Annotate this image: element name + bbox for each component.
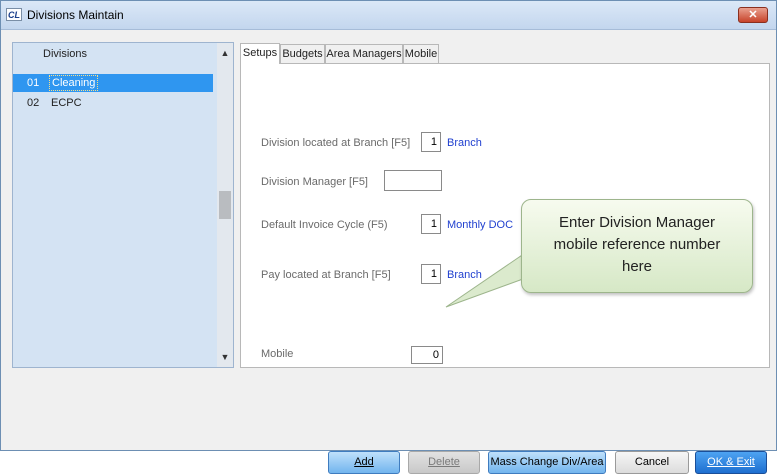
cancel-button[interactable]: Cancel bbox=[615, 451, 689, 474]
delete-button[interactable]: Delete bbox=[408, 451, 480, 474]
mobile-label: Mobile bbox=[261, 348, 294, 360]
pay-branch-input[interactable]: 1 bbox=[421, 264, 441, 284]
scroll-up-icon[interactable]: ▲ bbox=[217, 45, 233, 61]
app-icon: CL bbox=[6, 8, 22, 21]
division-manager-input[interactable] bbox=[384, 170, 442, 191]
division-name: ECPC bbox=[51, 97, 82, 109]
mass-change-button[interactable]: Mass Change Div/Area bbox=[488, 451, 606, 474]
pay-branch-link: Branch bbox=[447, 269, 482, 281]
division-name: Cleaning bbox=[49, 75, 99, 91]
help-callout: Enter Division Manager mobile reference … bbox=[521, 199, 753, 293]
tab-mobile[interactable]: Mobile bbox=[403, 44, 439, 63]
division-manager-label: Division Manager [F5] bbox=[261, 176, 368, 188]
division-number: 02 bbox=[27, 97, 40, 109]
divisions-list: Divisions 01 Cleaning 02 ECPC ▲ ▼ bbox=[12, 42, 234, 368]
division-branch-label: Division located at Branch [F5] bbox=[261, 137, 411, 149]
tab-area-managers[interactable]: Area Managers bbox=[325, 44, 403, 63]
invoice-cycle-link: Monthly DOC bbox=[447, 219, 514, 231]
add-button[interactable]: Add bbox=[328, 451, 400, 474]
invoice-cycle-input[interactable]: 1 bbox=[421, 214, 441, 234]
invoice-cycle-label: Default Invoice Cycle (F5) bbox=[261, 219, 388, 231]
list-item[interactable]: 01 Cleaning bbox=[13, 74, 213, 92]
divisions-list-header[interactable]: Divisions bbox=[13, 43, 213, 71]
divisions-header-label: Divisions bbox=[43, 48, 88, 60]
division-number: 01 bbox=[27, 77, 40, 89]
scrollbar-thumb[interactable] bbox=[219, 191, 231, 219]
ok-exit-button[interactable]: OK & Exit bbox=[695, 451, 767, 474]
division-branch-input[interactable]: 1 bbox=[421, 132, 441, 152]
add-button-label: Add bbox=[354, 456, 374, 468]
delete-button-label: Delete bbox=[428, 456, 460, 468]
list-scrollbar[interactable]: ▲ ▼ bbox=[217, 43, 233, 367]
callout-text: Enter Division Manager mobile reference … bbox=[522, 212, 752, 278]
mobile-input[interactable]: 0 bbox=[411, 346, 443, 364]
callout-line-1: Enter Division Manager bbox=[559, 214, 715, 231]
callout-line-3: here bbox=[621, 258, 653, 275]
ok-exit-button-label: OK & Exit bbox=[707, 456, 755, 468]
scroll-down-icon[interactable]: ▼ bbox=[217, 349, 233, 365]
division-branch-link: Branch bbox=[447, 137, 482, 149]
tab-budgets[interactable]: Budgets bbox=[280, 44, 325, 63]
tab-setups[interactable]: Setups bbox=[240, 43, 280, 64]
window-title: Divisions Maintain bbox=[27, 8, 124, 22]
divisions-maintain-window: CL Divisions Maintain ✕ Divisions 01 Cle… bbox=[0, 0, 777, 474]
list-item[interactable]: 02 ECPC bbox=[13, 94, 213, 112]
callout-line-2: mobile reference number bbox=[553, 236, 721, 253]
title-bar: CL Divisions Maintain ✕ bbox=[1, 1, 776, 30]
pay-branch-label: Pay located at Branch [F5] bbox=[261, 269, 391, 281]
close-button[interactable]: ✕ bbox=[738, 7, 768, 23]
